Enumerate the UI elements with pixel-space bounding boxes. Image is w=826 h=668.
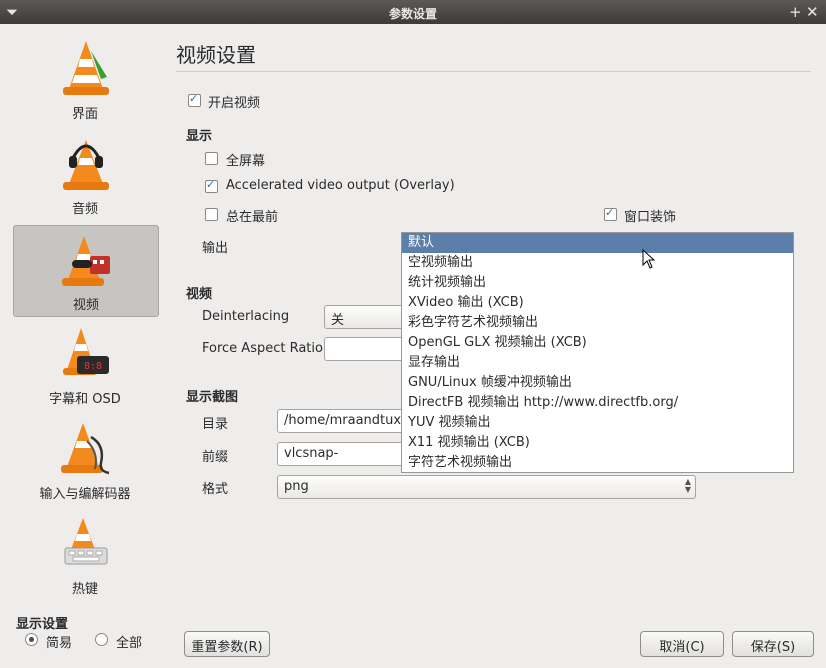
snapshot-format-label: 格式 [202, 482, 229, 497]
keyboard-cone-icon [64, 518, 108, 565]
output-option[interactable]: 彩色字符艺术视频输出 [402, 313, 793, 333]
output-option[interactable]: XVideo 输出 (XCB) [402, 293, 793, 313]
always-on-top-checkbox[interactable] [205, 208, 218, 221]
always-on-top-label: 总在最前 [226, 210, 279, 225]
mode-simple-label: 简易 [46, 636, 73, 651]
sidebar-item-label: 输入与编解码器 [39, 487, 131, 502]
snapshot-prefix-input[interactable]: vlcsnap- [277, 442, 414, 466]
show-settings-label: 显示设置 [16, 617, 69, 632]
display-section-heading: 显示 [186, 129, 213, 144]
subtitles-cone-icon: 8:8 [63, 328, 109, 375]
output-option[interactable]: 统计视频输出 [402, 273, 793, 293]
accel-output-label: Accelerated video output (Overlay) [226, 178, 455, 193]
output-label: 输出 [202, 241, 229, 256]
fullscreen-label: 全屏幕 [226, 154, 266, 169]
title-divider [176, 71, 811, 72]
output-option[interactable]: 显存输出 [402, 353, 793, 373]
deinterlacing-label: Deinterlacing [202, 309, 290, 324]
output-option[interactable]: YUV 视频输出 [402, 413, 793, 433]
svg-text:8:8: 8:8 [84, 361, 102, 372]
window-title: 参数设置 [388, 7, 437, 21]
sidebar-item-interface[interactable]: 界面 [13, 35, 157, 125]
sidebar-item-label: 界面 [71, 107, 98, 122]
sidebar-item-subtitles[interactable]: 8:8 字幕和 OSD [13, 320, 157, 410]
snapshot-section-heading: 显示截图 [186, 390, 239, 405]
snapshot-prefix-value: vlcsnap- [284, 446, 339, 461]
mode-all-label: 全部 [116, 636, 143, 651]
page-title: 视频设置 [176, 43, 256, 67]
sidebar-item-label: 视频 [72, 298, 99, 313]
output-option[interactable]: X11 视频输出 (XCB) [402, 433, 793, 453]
sidebar-item-label: 音频 [71, 202, 98, 217]
cables-cone-icon [61, 423, 110, 475]
sidebar-item-input-codecs[interactable]: 输入与编解码器 [13, 415, 157, 505]
vlc-cone-icon [63, 41, 109, 95]
reset-button[interactable]: 重置参数(R) [184, 631, 270, 657]
snapshot-dir-value: /home/mraandtux [284, 413, 402, 428]
snapshot-format-value: png [284, 479, 309, 494]
accel-output-checkbox[interactable] [205, 178, 218, 193]
output-option[interactable]: DirectFB 视频输出 http://www.directfb.org/ [402, 393, 793, 413]
spinner-arrows-icon: ▲ ▼ [684, 477, 691, 494]
sidebar-item-audio[interactable]: 音频 [13, 130, 157, 220]
window-decorations-checkbox[interactable] [604, 206, 617, 221]
enable-video-label: 开启视频 [208, 96, 261, 111]
aspect-ratio-label: Force Aspect Ratio [202, 341, 323, 356]
fullscreen-checkbox[interactable] [205, 152, 218, 165]
sidebar-item-video[interactable]: 视频 [13, 225, 159, 317]
save-button[interactable]: 保存(S) [732, 631, 814, 657]
snapshot-dir-input[interactable]: /home/mraandtux [277, 409, 414, 433]
maximize-icon[interactable]: + [789, 3, 802, 21]
enable-video-checkbox[interactable] [188, 92, 201, 107]
film-cone-icon [62, 236, 110, 286]
snapshot-dir-label: 目录 [202, 417, 229, 432]
output-option[interactable]: 空视频输出 [402, 253, 793, 273]
sidebar-item-hotkeys[interactable]: 热键 [13, 510, 157, 600]
mouse-cursor-icon [642, 249, 656, 269]
output-option[interactable]: 默认 [402, 233, 793, 253]
cancel-button[interactable]: 取消(C) [640, 631, 724, 657]
mode-all-radio[interactable] [95, 633, 108, 646]
deinterlacing-value: 关 [331, 313, 345, 328]
snapshot-format-select[interactable]: png ▲ ▼ [277, 475, 696, 499]
output-option[interactable]: GNU/Linux 帧缓冲视频输出 [402, 373, 793, 393]
headphones-cone-icon [63, 140, 109, 190]
category-sidebar: 界面 音频 视频 8:8 字幕和 OSD 输入与编解码器 热键 [11, 35, 161, 603]
video-section-heading: 视频 [186, 287, 213, 302]
sidebar-item-label: 热键 [71, 582, 98, 597]
snapshot-prefix-label: 前缀 [202, 450, 229, 465]
output-option[interactable]: 字符艺术视频输出 [402, 453, 793, 473]
title-bar: ⏷ 参数设置 + ✕ [0, 0, 826, 24]
sidebar-item-label: 字幕和 OSD [49, 392, 121, 407]
output-option[interactable]: OpenGL GLX 视频输出 (XCB) [402, 333, 793, 353]
close-icon[interactable]: ✕ [806, 3, 819, 21]
output-dropdown-list[interactable]: 默认 空视频输出 统计视频输出 XVideo 输出 (XCB) 彩色字符艺术视频… [401, 232, 794, 473]
window-decorations-label: 窗口装饰 [624, 210, 677, 225]
mode-simple-radio[interactable] [25, 633, 38, 646]
